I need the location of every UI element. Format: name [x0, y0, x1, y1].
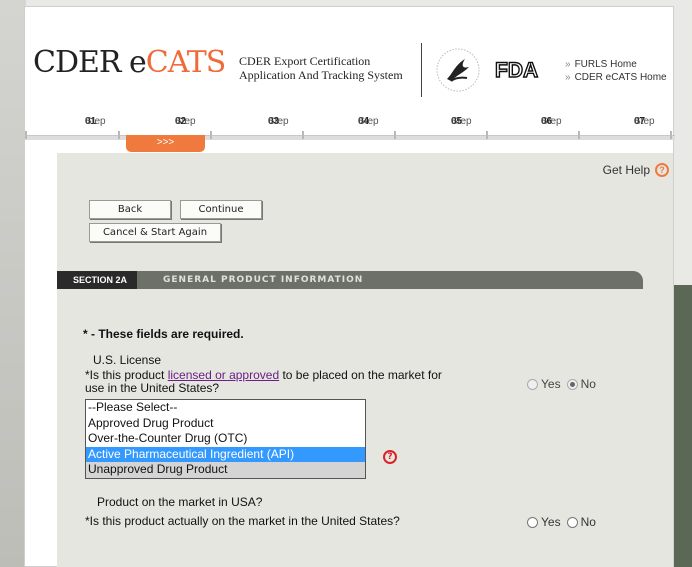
fda-logo-icon: FDA: [494, 58, 539, 81]
on-market-yes-option[interactable]: Yes: [527, 515, 561, 529]
section-header: SECTION 2A GENERAL PRODUCT INFORMATION: [57, 271, 643, 289]
product-type-help[interactable]: ?: [383, 444, 397, 464]
ecats-page: CDER eCATS CDER Export Certification App…: [24, 6, 675, 567]
get-help-link[interactable]: Get Help ?: [603, 163, 669, 177]
browser-viewport: CDER eCATS CDER Export Certification App…: [0, 0, 692, 567]
help-icon: ?: [655, 163, 669, 177]
step-5: Step 05: [451, 116, 472, 127]
cder-ecats-home-link[interactable]: » CDER eCATS Home: [565, 71, 667, 84]
back-button[interactable]: Back: [89, 200, 171, 219]
required-fields-note: * - These fields are required.: [83, 327, 244, 341]
step-indicator: Step 01 Step 02 Step 03 Step 04 Step 05 …: [25, 116, 675, 130]
on-market-no-option[interactable]: No: [566, 515, 596, 529]
step-tick: [118, 131, 120, 139]
on-market-yes-radio[interactable]: [527, 516, 538, 528]
product-type-option[interactable]: --Please Select--: [86, 400, 365, 416]
product-type-option[interactable]: Approved Drug Product: [86, 416, 365, 432]
licensed-or-approved-link[interactable]: licensed or approved: [168, 368, 279, 382]
us-license-question-line2: use in the United States?: [85, 382, 220, 392]
step-tick: [578, 131, 580, 139]
furls-home-link[interactable]: » FURLS Home: [565, 58, 667, 71]
step-3: Step 03: [268, 116, 289, 127]
current-step-marker: >>>: [126, 135, 205, 152]
step-4: Step 04: [358, 116, 379, 127]
step-tick: [25, 131, 27, 139]
product-type-option[interactable]: Over-the-Counter Drug (OTC): [86, 431, 365, 447]
system-title-line1: CDER Export Certification: [239, 54, 371, 68]
step-tick: [302, 131, 304, 139]
system-title-line2: Application And Tracking System: [239, 68, 403, 82]
system-title: CDER Export Certification Application An…: [239, 54, 403, 82]
step-7: Step 07: [634, 116, 655, 127]
us-license-no-option[interactable]: No: [566, 377, 596, 391]
fda-logo-text: FDA: [495, 59, 538, 81]
product-type-listbox[interactable]: --Please Select-- Approved Drug Product …: [85, 399, 366, 479]
section-tag: SECTION 2A: [57, 271, 138, 289]
continue-button[interactable]: Continue: [180, 200, 262, 219]
hhs-eagle-icon: [436, 48, 480, 92]
us-license-question: *Is this product licensed or approved to…: [85, 368, 442, 382]
cancel-start-again-button[interactable]: Cancel & Start Again: [89, 223, 221, 242]
step-tick: [394, 131, 396, 139]
cder-ecats-logo[interactable]: CDER eCATS: [33, 45, 226, 80]
page-backdrop-left: [0, 0, 26, 567]
section-title: GENERAL PRODUCT INFORMATION: [163, 275, 364, 285]
on-market-title: Product on the market in USA?: [97, 495, 263, 509]
step-tick: [486, 131, 488, 139]
product-type-option[interactable]: Unapproved Drug Product: [86, 462, 365, 478]
step-tick: [210, 131, 212, 139]
step-2: Step 02: [175, 116, 196, 127]
on-market-no-radio[interactable]: [566, 516, 578, 528]
on-market-question: *Is this product actually on the market …: [85, 514, 400, 528]
get-help-label: Get Help: [602, 163, 650, 177]
form-content: Get Help ? Back Continue Cancel & Start …: [57, 153, 673, 567]
product-type-option-selected[interactable]: Active Pharmaceutical Ingredient (API): [86, 446, 365, 462]
header-divider: [421, 43, 422, 97]
header-links: » FURLS Home » CDER eCATS Home: [565, 58, 667, 84]
us-license-yes-radio[interactable]: [527, 378, 538, 390]
us-license-no-radio[interactable]: [566, 378, 578, 390]
us-license-yes-option[interactable]: Yes: [527, 377, 561, 391]
step-tick: [670, 131, 672, 139]
help-icon: ?: [383, 450, 397, 464]
on-market-radio-group: Yes No: [527, 515, 602, 529]
step-1: Step 01: [85, 116, 106, 127]
step-6: Step 06: [541, 116, 562, 127]
us-license-radio-group: Yes No: [527, 377, 602, 391]
us-license-title: U.S. License: [93, 353, 162, 367]
